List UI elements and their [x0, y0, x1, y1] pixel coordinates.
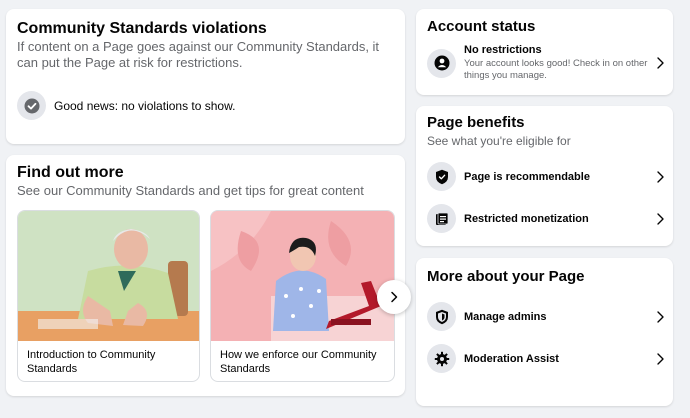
account-status-row[interactable]: No restrictions Your account looks good!… — [427, 44, 667, 82]
account-status-text: No restrictions Your account looks good!… — [464, 44, 653, 82]
find-out-more-card: Find out more See our Community Standard… — [6, 155, 411, 396]
chevron-right-icon — [653, 56, 667, 70]
money-icon — [427, 204, 456, 233]
account-status-description: Your account looks good! Check in on oth… — [464, 58, 648, 81]
benefit-label: Restricted monetization — [464, 212, 589, 225]
find-out-more-title: Find out more — [17, 164, 124, 181]
benefit-row-monetization[interactable]: Restricted monetization — [427, 204, 667, 233]
violations-card: Community Standards violations If conten… — [6, 9, 405, 144]
article-label: Introduction to Community Standards — [27, 349, 156, 375]
violations-status-text: Good news: no violations to show. — [54, 98, 236, 113]
violations-description: If content on a Page goes against our Co… — [17, 39, 380, 70]
violations-title: Community Standards violations — [17, 20, 267, 37]
person-icon — [427, 48, 456, 78]
article-label: How we enforce our Community Standards — [220, 349, 377, 375]
benefit-row-recommendable[interactable]: Page is recommendable — [427, 162, 667, 191]
check-circle-icon — [17, 91, 46, 120]
benefit-label: Page is recommendable — [464, 170, 590, 183]
more-about-page-card: More about your Page Manage admins Moder… — [416, 258, 673, 406]
account-status-title: Account status — [427, 18, 536, 35]
admin-shield-icon — [427, 302, 456, 331]
article-card-enforcement[interactable]: How we enforce our Community Standards — [210, 210, 395, 382]
more-item-label: Moderation Assist — [464, 352, 559, 365]
account-status-label: No restrictions — [464, 44, 542, 56]
chevron-right-icon — [653, 352, 667, 366]
chevron-right-icon — [653, 212, 667, 226]
article-illustration-elderly-man — [18, 211, 199, 341]
violations-status: Good news: no violations to show. — [17, 91, 235, 120]
account-status-card: Account status No restrictions Your acco… — [416, 9, 673, 95]
shield-icon — [427, 162, 456, 191]
gear-icon — [427, 344, 456, 373]
article-illustration-woman-laptop — [211, 211, 394, 341]
chevron-right-icon — [653, 170, 667, 184]
chevron-right-icon — [391, 291, 398, 303]
page-benefits-subtitle: See what you're eligible for — [427, 134, 571, 148]
page-benefits-card: Page benefits See what you're eligible f… — [416, 106, 673, 246]
article-card-introduction[interactable]: Introduction to Community Standards — [17, 210, 200, 382]
more-about-title: More about your Page — [427, 268, 585, 285]
more-row-moderation-assist[interactable]: Moderation Assist — [427, 344, 667, 373]
find-out-more-subtitle: See our Community Standards and get tips… — [17, 183, 364, 198]
chevron-right-icon — [653, 310, 667, 324]
more-item-label: Manage admins — [464, 310, 547, 323]
page-benefits-title: Page benefits — [427, 114, 525, 131]
carousel-next-button[interactable] — [377, 280, 411, 314]
more-row-manage-admins[interactable]: Manage admins — [427, 302, 667, 331]
